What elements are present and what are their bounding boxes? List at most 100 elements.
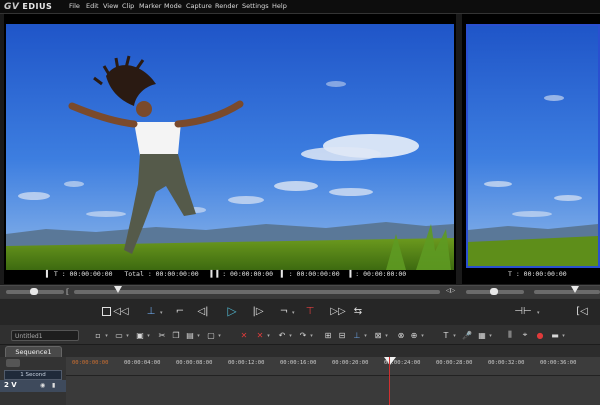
rewind-button[interactable]: ◁◁ <box>113 303 129 319</box>
save-dropdown-icon[interactable]: ▾ <box>146 330 151 342</box>
sync-lock-icon[interactable]: ⊠ <box>372 329 384 341</box>
menu-view[interactable]: View <box>103 0 118 13</box>
undo-dropdown-icon[interactable]: ▾ <box>288 330 293 342</box>
cut-icon[interactable]: ✂ <box>156 329 168 341</box>
playhead-line[interactable] <box>389 357 390 405</box>
overwrite-button[interactable]: ⊤ <box>302 303 318 319</box>
set-in-button[interactable]: ⊥ <box>143 303 159 319</box>
play-button[interactable]: ▷ <box>224 303 240 319</box>
mark-out-dropdown-icon[interactable]: ▾ <box>292 310 295 316</box>
video-image <box>6 24 454 270</box>
sync-dropdown-icon[interactable]: ▾ <box>384 330 389 342</box>
new-sequence-icon[interactable]: ▫ <box>92 329 104 341</box>
new-dropdown-icon[interactable]: ▾ <box>104 330 109 342</box>
set-in-dropdown-icon[interactable]: ▾ <box>160 310 163 316</box>
total-timecode: : 00:00:00:00 <box>147 270 199 278</box>
next-frame-icon: |▷ <box>252 305 264 317</box>
loop-button[interactable]: ⇆ <box>350 303 366 319</box>
track-2v-label: 2 V <box>4 381 17 389</box>
in-point-icon: ▌ <box>46 270 50 278</box>
voice-over-icon[interactable]: 🎤 <box>461 329 473 341</box>
copy-icon[interactable]: ❐ <box>170 329 182 341</box>
link-icon[interactable]: ⊗ <box>395 329 407 341</box>
menu-file[interactable]: File <box>69 0 80 13</box>
group-dropdown-icon[interactable]: ▾ <box>420 330 425 342</box>
player-position-slider[interactable] <box>74 290 440 294</box>
insert-mode-icon[interactable]: ⊥ <box>351 329 363 341</box>
menu-clip[interactable]: Clip <box>122 0 134 13</box>
marker-icon[interactable]: ⌖ <box>519 329 531 341</box>
rewind-icon: ◁◁ <box>113 305 129 317</box>
add-cut-icon[interactable]: ⊞ <box>322 329 334 341</box>
redo-icon[interactable]: ↷ <box>297 329 309 341</box>
open-project-icon[interactable]: ▭ <box>113 329 125 341</box>
ruler-label-0: 00:00:00:00 <box>72 360 109 366</box>
app-logo: GV EDIUS <box>4 0 52 13</box>
player-jog-end-icon: ◁▷ <box>446 287 456 294</box>
delete-icon[interactable]: ✕ <box>238 329 250 341</box>
timescale-select[interactable]: 1 Second <box>4 370 62 380</box>
paste-dropdown-icon[interactable]: ▾ <box>196 330 201 342</box>
title-icon[interactable]: T <box>440 329 452 341</box>
track-2v-lane[interactable] <box>66 376 600 405</box>
menu-render[interactable]: Render <box>215 0 238 13</box>
sequence-name-field[interactable]: Untitled1 <box>11 330 79 341</box>
menu-settings[interactable]: Settings <box>242 0 269 13</box>
prev-frame-icon: ◁| <box>197 305 209 317</box>
save-project-icon[interactable]: ▣ <box>134 329 146 341</box>
paste-icon[interactable]: ▤ <box>184 329 196 341</box>
mode-dropdown-icon[interactable]: ▾ <box>217 330 222 342</box>
stop-icon <box>101 306 111 316</box>
player-timecode-bar: ▌ T : 00:00:00:00 Total : 00:00:00:00 ▌▐… <box>46 269 406 279</box>
group-icon[interactable]: ⊕ <box>408 329 420 341</box>
recorder-position-slider[interactable] <box>534 290 600 294</box>
fast-forward-icon: ▷▷ <box>330 305 346 317</box>
menu-marker[interactable]: Marker <box>139 0 161 13</box>
recorder-set-in-dropdown-icon[interactable]: ▾ <box>537 310 540 316</box>
redo-dropdown-icon[interactable]: ▾ <box>309 330 314 342</box>
snap-icon[interactable]: ⊟ <box>336 329 348 341</box>
audio-mixer-icon[interactable]: ⫼ <box>504 329 516 341</box>
mark-out-button[interactable]: ¬ <box>276 303 292 319</box>
cue-out-icon: ▌ <box>280 270 285 278</box>
next-frame-button[interactable]: |▷ <box>250 303 266 319</box>
ruler-label-8: 00:00:32:00 <box>488 360 525 366</box>
recorder-prev-edit-button[interactable]: [◁ <box>574 303 590 319</box>
ripple-delete-icon[interactable]: ✕ <box>254 329 266 341</box>
menu-mode[interactable]: Mode <box>164 0 182 13</box>
player-shuttle-thumb[interactable] <box>30 288 38 295</box>
record-icon[interactable]: ● <box>534 329 546 341</box>
menu-help[interactable]: Help <box>272 0 287 13</box>
recorder-position-thumb[interactable] <box>571 286 579 293</box>
recorder-set-in-icon: ⊣⊢ <box>514 305 532 317</box>
mode-icon[interactable]: ▢ <box>205 329 217 341</box>
mark-in-button[interactable]: ⌐ <box>172 303 188 319</box>
layout-dropdown-icon[interactable]: ▾ <box>561 330 566 342</box>
track-visibility-icon[interactable]: ◉ <box>40 382 45 389</box>
menu-edit[interactable]: Edit <box>86 0 99 13</box>
track-settings-icon[interactable] <box>6 359 20 367</box>
undo-icon[interactable]: ↶ <box>276 329 288 341</box>
render-dropdown-icon[interactable]: ▾ <box>488 330 493 342</box>
player-jog-icon: ⟦ <box>66 288 70 296</box>
open-dropdown-icon[interactable]: ▾ <box>125 330 130 342</box>
recorder-set-in-button[interactable]: ⊣⊢ <box>514 303 532 319</box>
player-video-frame <box>6 24 454 270</box>
prev-frame-button[interactable]: ◁| <box>195 303 211 319</box>
recorder-timecode: T : 00:00:00:00 <box>508 270 567 278</box>
layout-icon[interactable]: ▬ <box>549 329 561 341</box>
track-lock-icon[interactable]: ▮ <box>52 382 55 389</box>
insert-dropdown-icon[interactable]: ▾ <box>363 330 368 342</box>
menu-capture[interactable]: Capture <box>186 0 212 13</box>
player-position-thumb[interactable] <box>114 286 122 293</box>
recorder-shuttle-thumb[interactable] <box>490 288 498 295</box>
ruler-label-7: 00:00:28:00 <box>436 360 473 366</box>
stop-button[interactable] <box>98 303 114 319</box>
delete-dropdown-icon[interactable]: ▾ <box>266 330 271 342</box>
ruler-label-3: 00:00:12:00 <box>228 360 265 366</box>
fast-forward-button[interactable]: ▷▷ <box>330 303 346 319</box>
playhead-handle[interactable] <box>384 357 396 365</box>
title-dropdown-icon[interactable]: ▾ <box>452 330 457 342</box>
mark-out-icon: ¬ <box>279 305 289 317</box>
render-icon[interactable]: ▦ <box>476 329 488 341</box>
